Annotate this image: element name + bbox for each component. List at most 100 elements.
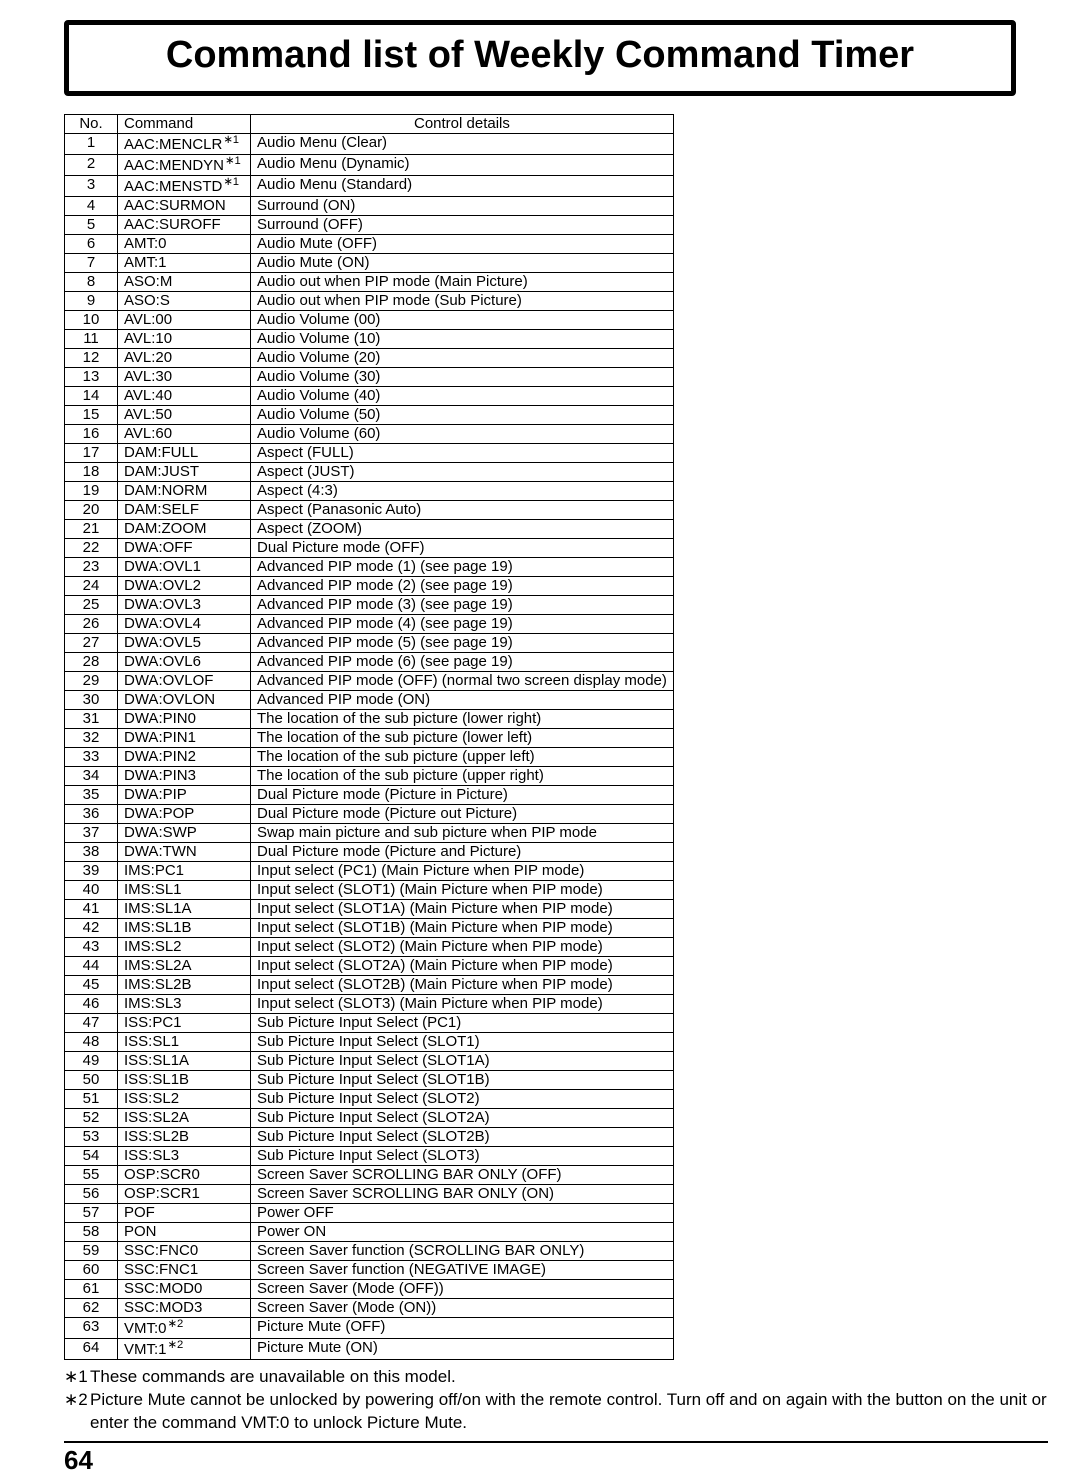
cell-command: DAM:SELF [118, 500, 251, 519]
table-row: 22DWA:OFFDual Picture mode (OFF) [65, 538, 674, 557]
footnote-text: These commands are unavailable on this m… [90, 1366, 1048, 1389]
cell-command-text: IMS:SL2A [124, 957, 192, 974]
table-row: 47ISS:PC1Sub Picture Input Select (PC1) [65, 1013, 674, 1032]
cell-details: Sub Picture Input Select (PC1) [251, 1013, 674, 1032]
cell-command: DWA:OVL5 [118, 633, 251, 652]
cell-details: Sub Picture Input Select (SLOT3) [251, 1146, 674, 1165]
cell-command: AAC:MENDYN∗1 [118, 154, 251, 175]
table-row: 28DWA:OVL6Advanced PIP mode (6) (see pag… [65, 652, 674, 671]
cell-command-text: SSC:FNC1 [124, 1261, 198, 1278]
cell-command-text: DWA:OVL1 [124, 558, 201, 575]
table-row: 55OSP:SCR0Screen Saver SCROLLING BAR ONL… [65, 1165, 674, 1184]
cell-no: 7 [65, 253, 118, 272]
cell-command: IMS:SL3 [118, 994, 251, 1013]
cell-command: AVL:30 [118, 367, 251, 386]
cell-no: 49 [65, 1051, 118, 1070]
table-row: 62SSC:MOD3Screen Saver (Mode (ON)) [65, 1298, 674, 1317]
cell-details: Power OFF [251, 1203, 674, 1222]
cell-command-text: OSP:SCR1 [124, 1185, 200, 1202]
cell-command: ASO:S [118, 291, 251, 310]
cell-no: 42 [65, 918, 118, 937]
cell-details: Sub Picture Input Select (SLOT2B) [251, 1127, 674, 1146]
table-row: 6AMT:0Audio Mute (OFF) [65, 234, 674, 253]
cell-command-text: ASO:S [124, 292, 170, 309]
cell-command: OSP:SCR1 [118, 1184, 251, 1203]
table-row: 7AMT:1Audio Mute (ON) [65, 253, 674, 272]
cell-details: Audio Menu (Clear) [251, 133, 674, 154]
cell-command: DWA:OVL1 [118, 557, 251, 576]
cell-command-text: DWA:PIN0 [124, 710, 196, 727]
cell-command-text: AAC:SURMON [124, 197, 226, 214]
cell-command-text: DAM:SELF [124, 501, 199, 518]
cell-command-text: DWA:TWN [124, 843, 197, 860]
cell-command-text: IMS:SL3 [124, 995, 182, 1012]
cell-command: DWA:POP [118, 804, 251, 823]
cell-no: 36 [65, 804, 118, 823]
cell-details: Advanced PIP mode (OFF) (normal two scre… [251, 671, 674, 690]
table-row: 18DAM:JUSTAspect (JUST) [65, 462, 674, 481]
cell-details: Aspect (4:3) [251, 481, 674, 500]
cell-command: PON [118, 1222, 251, 1241]
cell-details: Advanced PIP mode (ON) [251, 690, 674, 709]
cell-command-text: ASO:M [124, 273, 172, 290]
cell-no: 9 [65, 291, 118, 310]
cell-command-text: AAC:MENCLR [124, 136, 222, 153]
cell-details: Sub Picture Input Select (SLOT2) [251, 1089, 674, 1108]
table-row: 25DWA:OVL3Advanced PIP mode (3) (see pag… [65, 595, 674, 614]
cell-no: 5 [65, 215, 118, 234]
cell-no: 1 [65, 133, 118, 154]
cell-details: Screen Saver (Mode (OFF)) [251, 1279, 674, 1298]
column-header-details: Control details [251, 114, 674, 133]
cell-command-text: PON [124, 1223, 157, 1240]
cell-command: AVL:10 [118, 329, 251, 348]
cell-no: 63 [65, 1317, 118, 1338]
cell-no: 27 [65, 633, 118, 652]
table-row: 3AAC:MENSTD∗1Audio Menu (Standard) [65, 175, 674, 196]
cell-no: 15 [65, 405, 118, 424]
cell-no: 47 [65, 1013, 118, 1032]
cell-details: Dual Picture mode (Picture out Picture) [251, 804, 674, 823]
table-row: 17DAM:FULLAspect (FULL) [65, 443, 674, 462]
cell-details: Screen Saver function (SCROLLING BAR ONL… [251, 1241, 674, 1260]
footnote-marker: ∗2 [167, 1318, 184, 1330]
cell-command-text: ISS:SL1A [124, 1052, 189, 1069]
cell-no: 21 [65, 519, 118, 538]
cell-command: IMS:SL2 [118, 937, 251, 956]
cell-command-text: AVL:20 [124, 349, 172, 366]
footnote-symbol: ∗1 [64, 1366, 90, 1389]
cell-details: Input select (SLOT3) (Main Picture when … [251, 994, 674, 1013]
cell-details: Audio Menu (Dynamic) [251, 154, 674, 175]
table-row: 51ISS:SL2Sub Picture Input Select (SLOT2… [65, 1089, 674, 1108]
table-row: 50ISS:SL1BSub Picture Input Select (SLOT… [65, 1070, 674, 1089]
cell-no: 62 [65, 1298, 118, 1317]
cell-command: SSC:MOD0 [118, 1279, 251, 1298]
table-row: 30DWA:OVLONAdvanced PIP mode (ON) [65, 690, 674, 709]
cell-command-text: ISS:SL1B [124, 1071, 189, 1088]
cell-details: The location of the sub picture (lower r… [251, 709, 674, 728]
table-row: 16AVL:60Audio Volume (60) [65, 424, 674, 443]
cell-details: Screen Saver function (NEGATIVE IMAGE) [251, 1260, 674, 1279]
cell-details: Surround (OFF) [251, 215, 674, 234]
table-row: 10AVL:00Audio Volume (00) [65, 310, 674, 329]
cell-command-text: DWA:OVL2 [124, 577, 201, 594]
cell-command: DWA:OFF [118, 538, 251, 557]
table-row: 45IMS:SL2BInput select (SLOT2B) (Main Pi… [65, 975, 674, 994]
cell-command: ISS:SL1 [118, 1032, 251, 1051]
cell-command-text: DWA:PIN3 [124, 767, 196, 784]
cell-no: 3 [65, 175, 118, 196]
cell-no: 2 [65, 154, 118, 175]
footnote: ∗1These commands are unavailable on this… [64, 1366, 1048, 1389]
cell-command-text: DWA:OFF [124, 539, 193, 556]
cell-no: 37 [65, 823, 118, 842]
cell-details: Swap main picture and sub picture when P… [251, 823, 674, 842]
cell-no: 23 [65, 557, 118, 576]
cell-command: AVL:00 [118, 310, 251, 329]
cell-command: VMT:0∗2 [118, 1317, 251, 1338]
cell-details: Picture Mute (ON) [251, 1338, 674, 1359]
table-row: 39IMS:PC1Input select (PC1) (Main Pictur… [65, 861, 674, 880]
cell-command-text: AMT:0 [124, 235, 167, 252]
cell-command-text: SSC:MOD0 [124, 1280, 202, 1297]
cell-no: 31 [65, 709, 118, 728]
cell-command: DWA:SWP [118, 823, 251, 842]
cell-details: Audio Volume (40) [251, 386, 674, 405]
